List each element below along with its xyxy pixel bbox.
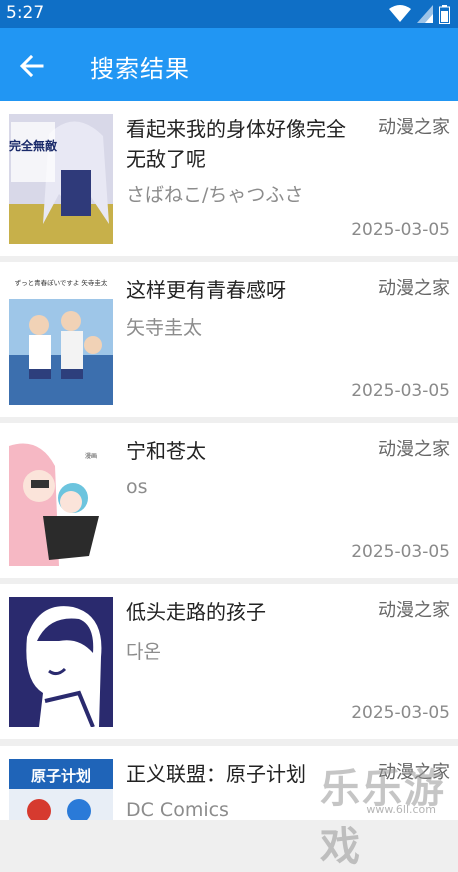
comic-cover[interactable]: 漫画 xyxy=(9,436,113,566)
result-card[interactable]: 完全無敵 看起来我的身体好像完全无敌了呢 さばねこ/ちゃつふさ 动漫之家 202… xyxy=(0,101,458,256)
comic-author: 矢寺圭太 xyxy=(126,317,203,339)
battery-icon xyxy=(439,4,450,24)
cover-title-text: 原子计划 xyxy=(31,767,91,785)
source-label: 动漫之家 xyxy=(378,278,450,299)
cover-title-text: 完全無敵 xyxy=(9,138,58,153)
arrow-left-icon[interactable] xyxy=(14,48,50,84)
source-label: 动漫之家 xyxy=(378,117,450,138)
status-time: 5:27 xyxy=(6,3,45,23)
comic-title: 这样更有青春感呀 xyxy=(126,278,286,302)
update-date: 2025-03-05 xyxy=(351,220,450,240)
signal-icon xyxy=(417,5,433,23)
result-list[interactable]: 完全無敵 看起来我的身体好像完全无敌了呢 さばねこ/ちゃつふさ 动漫之家 202… xyxy=(0,101,458,820)
result-card[interactable]: 低头走路的孩子 다온 动漫之家 2025-03-05 xyxy=(0,584,458,739)
comic-author: DC Comics xyxy=(126,799,229,820)
update-date: 2025-03-05 xyxy=(351,703,450,723)
comic-author: os xyxy=(126,476,148,498)
result-card[interactable]: ずっと青春ぽいですよ 矢寺圭太 这样更有青春感呀 矢寺圭太 动漫之家 2025-… xyxy=(0,262,458,417)
comic-cover[interactable]: 原子计划 xyxy=(9,759,113,820)
comic-author: 다온 xyxy=(126,641,161,663)
wifi-icon xyxy=(389,5,411,22)
comic-cover[interactable]: 完全無敵 xyxy=(9,114,113,244)
watermark-url: www.6ll.com xyxy=(366,803,436,816)
source-label: 动漫之家 xyxy=(378,600,450,621)
app-bar: 搜索结果 xyxy=(0,28,458,101)
watermark: 乐乐游戏 www.6ll.com xyxy=(320,756,452,870)
comic-title: 低头走路的孩子 xyxy=(126,600,266,624)
comic-author: さばねこ/ちゃつふさ xyxy=(126,184,304,206)
status-icons xyxy=(389,4,450,24)
cover-title-text: ずっと青春ぽいですよ 矢寺圭太 xyxy=(15,278,108,287)
comic-title: 宁和苍太 xyxy=(126,439,206,463)
status-bar: 5:27 xyxy=(0,0,458,28)
update-date: 2025-03-05 xyxy=(351,381,450,401)
update-date: 2025-03-05 xyxy=(351,542,450,562)
result-card[interactable]: 漫画 宁和苍太 os 动漫之家 2025-03-05 xyxy=(0,423,458,578)
page-title: 搜索结果 xyxy=(90,55,190,83)
source-label: 动漫之家 xyxy=(378,439,450,460)
comic-cover[interactable]: ずっと青春ぽいですよ 矢寺圭太 xyxy=(9,275,113,405)
svg-text:漫画: 漫画 xyxy=(85,452,97,460)
comic-title: 看起来我的身体好像完全无敌了呢 xyxy=(126,117,346,171)
comic-cover[interactable] xyxy=(9,597,113,727)
